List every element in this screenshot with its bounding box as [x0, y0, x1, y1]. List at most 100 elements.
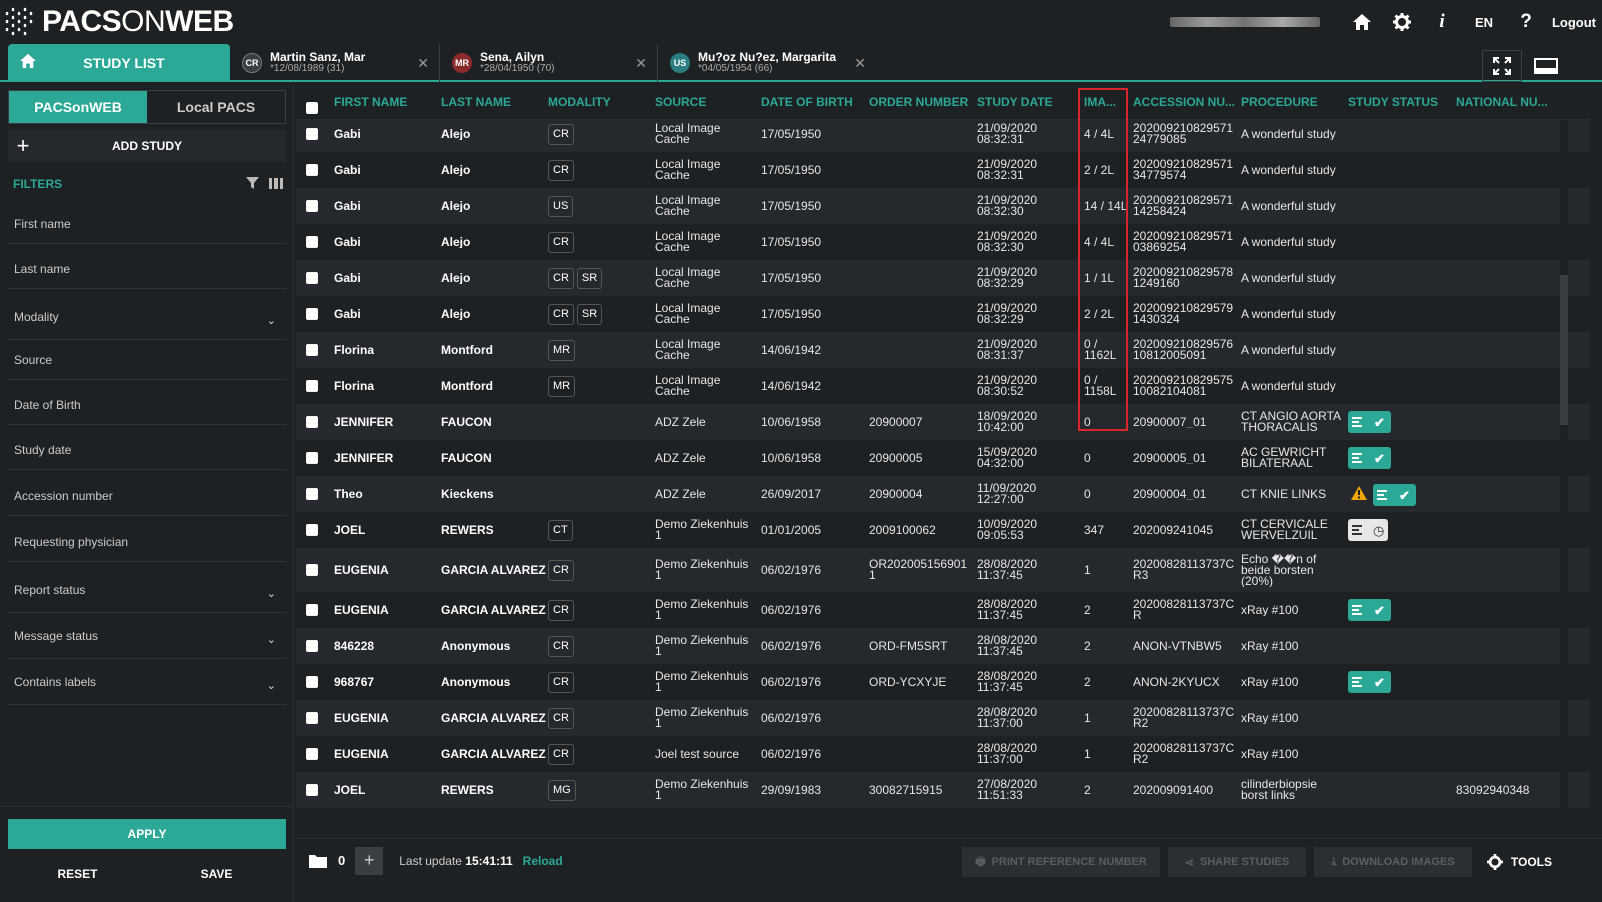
vertical-scrollbar[interactable]	[1560, 120, 1568, 836]
table-row[interactable]: Gabi Alejo CR SR Local Image Cache 17/05/1950…	[296, 296, 1590, 332]
filter-modality[interactable]: Modality ⌄	[8, 294, 286, 340]
filter-report-status[interactable]: Report status ⌄	[8, 567, 286, 613]
table-row[interactable]: Florina Montford MR Local Image Cache 14/06/…	[296, 368, 1590, 404]
settings-gear-icon[interactable]	[1382, 0, 1422, 44]
download-images-button[interactable]: ⤓ DOWNLOAD IMAGES	[1314, 847, 1472, 877]
header-modality[interactable]: MODALITY	[548, 95, 655, 109]
header-source[interactable]: SOURCE	[655, 95, 761, 109]
row-checkbox[interactable]	[306, 416, 318, 428]
close-icon[interactable]: ✕	[417, 55, 429, 72]
row-checkbox[interactable]	[306, 344, 318, 356]
row-checkbox[interactable]	[306, 272, 318, 284]
help-icon[interactable]: ?	[1506, 0, 1546, 44]
language-selector[interactable]: EN	[1462, 15, 1506, 30]
tab-patient-2[interactable]: MR Sena, Ailyn *28/04/1950 (70) ✕	[440, 44, 658, 82]
row-checkbox[interactable]	[306, 640, 318, 652]
close-icon[interactable]: ✕	[635, 55, 647, 72]
row-checkbox[interactable]	[306, 380, 318, 392]
fullscreen-icon[interactable]	[1482, 50, 1522, 82]
filter-study-date[interactable]: Study date	[8, 430, 286, 470]
header-study-date[interactable]: STUDY DATE	[977, 95, 1084, 109]
header-procedure[interactable]: PROCEDURE	[1241, 95, 1348, 109]
warning-icon[interactable]	[1348, 482, 1370, 504]
add-to-folder-button[interactable]: +	[355, 846, 384, 875]
row-checkbox[interactable]	[306, 488, 318, 500]
row-checkbox[interactable]	[306, 676, 318, 688]
app-logo[interactable]: PACSONWEB	[4, 5, 234, 39]
table-row[interactable]: JOEL REWERS CT Demo Ziekenhuis 1 01/01/2005 2…	[296, 512, 1590, 548]
table-row[interactable]: Florina Montford MR Local Image Cache 14/06/…	[296, 332, 1590, 368]
tab-pacsonweb[interactable]: PACSonWEB	[9, 91, 147, 123]
report-approved-icon[interactable]: ✔	[1348, 411, 1391, 433]
table-row[interactable]: Gabi Alejo CR Local Image Cache 17/05/1950 21…	[296, 116, 1590, 152]
row-checkbox[interactable]	[306, 604, 318, 616]
filter-date-of-birth[interactable]: Date of Birth	[8, 385, 286, 425]
row-checkbox[interactable]	[306, 712, 318, 724]
table-row[interactable]: Gabi Alejo CR Local Image Cache 17/05/1950 21…	[296, 224, 1590, 260]
reset-button[interactable]: RESET	[8, 859, 147, 889]
table-row[interactable]: EUGENIA GARCIA ALVAREZ CR Demo Ziekenhuis 1…	[296, 700, 1590, 736]
folder-icon[interactable]	[308, 849, 332, 873]
table-row[interactable]: JOEL REWERS MG Demo Ziekenhuis 1 29/09/1983 3…	[296, 772, 1590, 808]
filter-requesting-physician[interactable]: Requesting physician	[8, 522, 286, 562]
filter-accession-number[interactable]: Accession number	[8, 476, 286, 516]
filter-source[interactable]: Source	[8, 340, 286, 380]
header-images[interactable]: IMA...	[1084, 95, 1133, 109]
scrollbar-thumb[interactable]	[1560, 275, 1568, 425]
tab-study-list[interactable]: STUDY LIST	[8, 44, 230, 82]
table-row[interactable]: JENNIFER FAUCON ADZ Zele 10/06/1958 20900005…	[296, 440, 1590, 476]
table-row[interactable]: Gabi Alejo CR Local Image Cache 17/05/1950 21…	[296, 152, 1590, 188]
print-reference-number-button[interactable]: 🖶 PRINT REFERENCE NUMBER	[962, 847, 1160, 877]
table-row[interactable]: JENNIFER FAUCON ADZ Zele 10/06/1958 20900007…	[296, 404, 1590, 440]
home-icon[interactable]	[1342, 0, 1382, 44]
row-checkbox[interactable]	[306, 748, 318, 760]
header-accession-number[interactable]: ACCESSION NU...	[1133, 95, 1241, 109]
table-row[interactable]: 968767 Anonymous CR Demo Ziekenhuis 1 06/02/…	[296, 664, 1590, 700]
table-row[interactable]: EUGENIA GARCIA ALVAREZ CR Demo Ziekenhuis 1…	[296, 548, 1590, 592]
save-button[interactable]: SAVE	[147, 859, 286, 889]
table-row[interactable]: EUGENIA GARCIA ALVAREZ CR Joel test source 0…	[296, 736, 1590, 772]
report-approved-icon[interactable]: ✔	[1348, 447, 1391, 469]
table-row[interactable]: 846228 Anonymous CR Demo Ziekenhuis 1 06/02/…	[296, 628, 1590, 664]
filter-first-name[interactable]: First name	[8, 204, 286, 244]
row-checkbox[interactable]	[306, 164, 318, 176]
table-row[interactable]: Gabi Alejo CR SR Local Image Cache 17/05/1950…	[296, 260, 1590, 296]
report-approved-icon[interactable]: ✔	[1373, 484, 1416, 506]
tab-local-pacs[interactable]: Local PACS	[147, 91, 285, 123]
row-checkbox[interactable]	[306, 128, 318, 140]
table-row[interactable]: Gabi Alejo US Local Image Cache 17/05/1950 21…	[296, 188, 1590, 224]
logout-button[interactable]: Logout	[1546, 15, 1602, 30]
header-date-of-birth[interactable]: DATE OF BIRTH	[761, 95, 869, 109]
header-last-name[interactable]: LAST NAME	[441, 95, 548, 109]
info-icon[interactable]: i	[1422, 0, 1462, 44]
table-row[interactable]: Theo Kieckens ADZ Zele 26/09/2017 20900004 11…	[296, 476, 1590, 512]
report-pending-icon[interactable]: ◷	[1348, 519, 1389, 541]
row-checkbox[interactable]	[306, 200, 318, 212]
filter-message-status[interactable]: Message status ⌄	[8, 613, 286, 659]
row-checkbox[interactable]	[306, 308, 318, 320]
columns-icon[interactable]	[269, 177, 283, 192]
row-checkbox[interactable]	[306, 784, 318, 796]
share-studies-button[interactable]: ⋖ SHARE STUDIES	[1168, 847, 1306, 877]
header-first-name[interactable]: FIRST NAME	[334, 95, 441, 109]
report-approved-icon[interactable]: ✔	[1348, 671, 1391, 693]
header-study-status[interactable]: STUDY STATUS	[1348, 95, 1456, 109]
add-study-button[interactable]: + ADD STUDY	[8, 130, 286, 162]
row-checkbox[interactable]	[306, 564, 318, 576]
apply-button[interactable]: APPLY	[8, 819, 286, 849]
reload-link[interactable]: Reload	[523, 854, 563, 868]
row-checkbox[interactable]	[306, 236, 318, 248]
header-order-number[interactable]: ORDER NUMBER	[869, 95, 977, 109]
report-approved-icon[interactable]: ✔	[1348, 599, 1391, 621]
filter-contains-labels[interactable]: Contains labels ⌄	[8, 659, 286, 705]
filter-last-name[interactable]: Last name	[8, 249, 286, 289]
row-checkbox[interactable]	[306, 452, 318, 464]
tab-patient-3[interactable]: US Mu?oz Nu?ez, Margarita *04/05/1954 (6…	[658, 44, 876, 82]
close-icon[interactable]: ✕	[854, 55, 866, 72]
filter-funnel-icon[interactable]	[246, 176, 259, 192]
select-all-checkbox[interactable]	[306, 101, 318, 114]
header-national-number[interactable]: NATIONAL NU...	[1456, 95, 1551, 109]
layout-toggle-icon[interactable]	[1526, 50, 1566, 82]
table-row[interactable]: EUGENIA GARCIA ALVAREZ CR Demo Ziekenhuis 1…	[296, 592, 1590, 628]
row-checkbox[interactable]	[306, 524, 318, 536]
